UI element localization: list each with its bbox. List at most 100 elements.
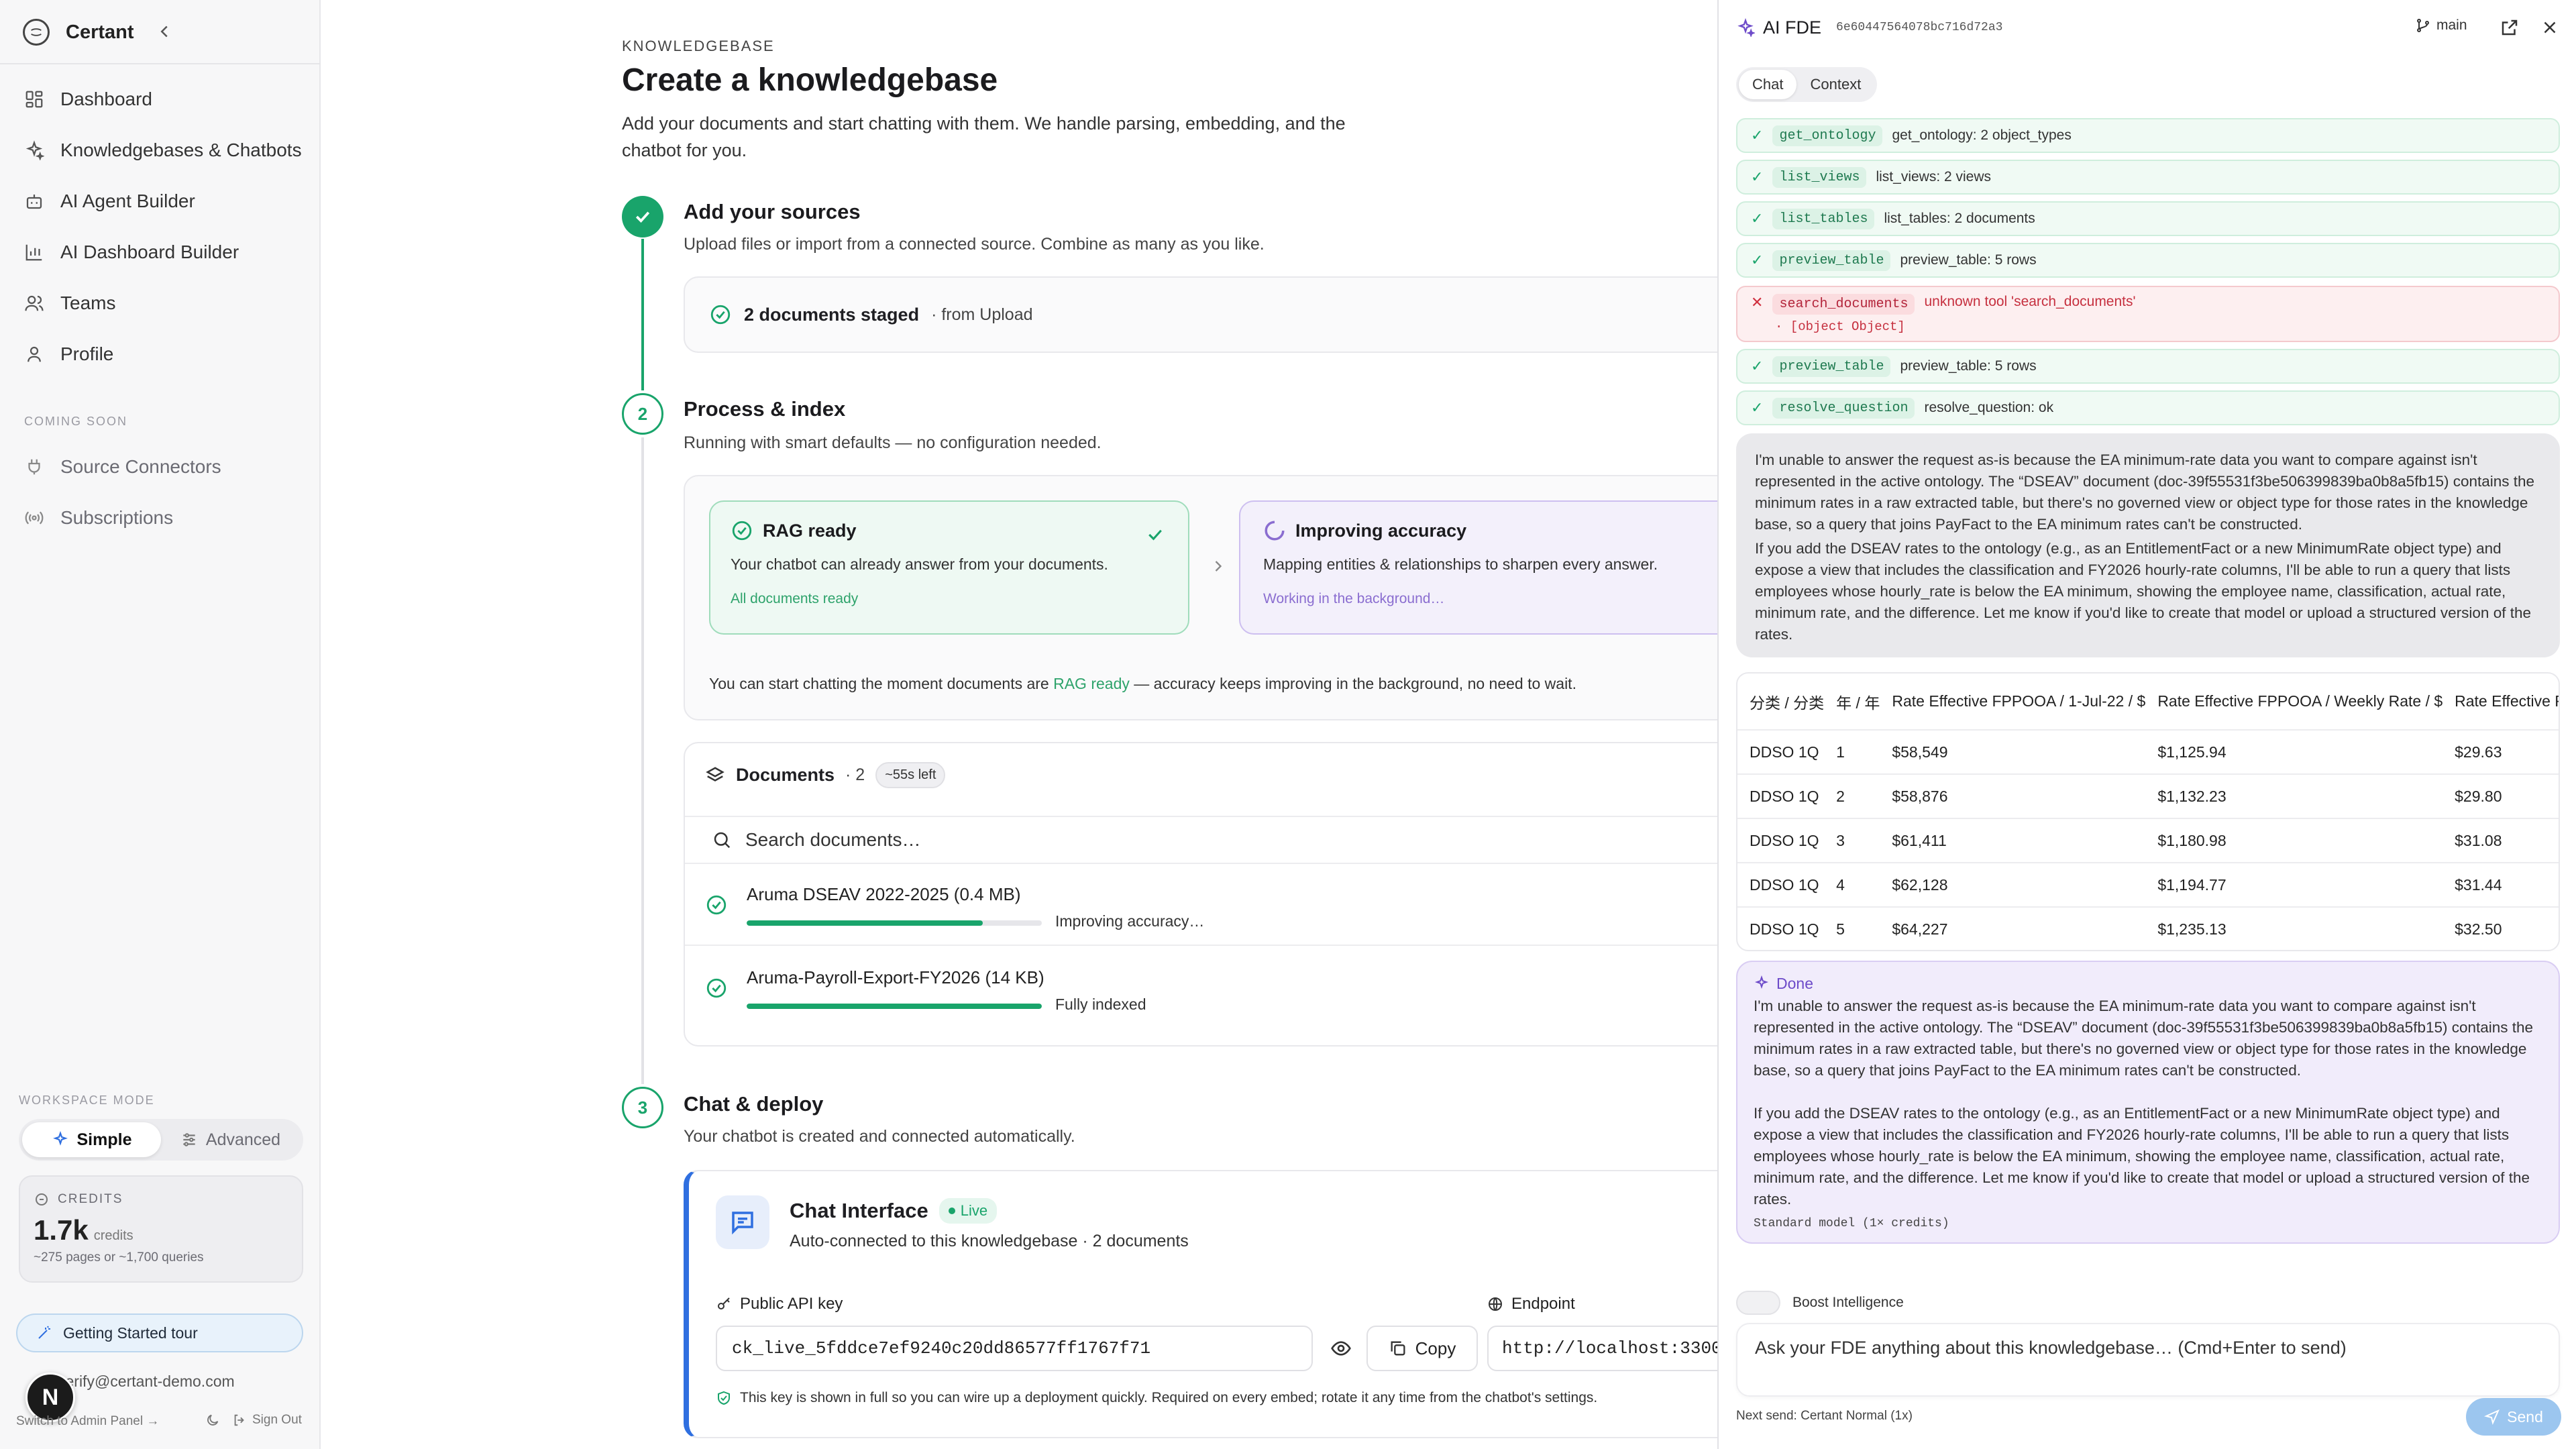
step-connector xyxy=(641,437,644,1084)
user-icon xyxy=(28,346,41,362)
tab-chat[interactable]: Chat xyxy=(1739,70,1797,99)
table-cell: DDSO 1Q xyxy=(1737,907,1825,950)
tab-context[interactable]: Context xyxy=(1796,70,1874,99)
credits-card[interactable]: CREDITS 1.7k credits ~275 pages or ~1,700… xyxy=(19,1175,303,1283)
processing-note: You can start chatting the moment docume… xyxy=(709,675,1576,693)
tool-call[interactable]: ✓ resolve_question resolve_question: ok xyxy=(1736,390,2560,425)
api-key-field[interactable]: ck_live_5fddce7ef9240c20dd86577ff1767f71 xyxy=(716,1326,1313,1371)
sparkles-icon xyxy=(25,140,44,160)
sidebar-item-source-connectors[interactable]: Source Connectors xyxy=(24,441,306,492)
sign-out-button[interactable]: Sign Out xyxy=(232,1413,302,1428)
document-progress-bar xyxy=(747,1004,1042,1009)
collapse-sidebar-icon[interactable] xyxy=(154,21,174,42)
x-icon: ✕ xyxy=(1751,294,1764,311)
preview-table[interactable]: 分类 / 分类 年 / 年 Rate Effective FPPOOA / 1-… xyxy=(1736,672,2560,951)
done-label: Done xyxy=(1776,975,1813,992)
credits-unit: credits xyxy=(93,1228,133,1243)
sidebar-item-label: Teams xyxy=(60,292,116,313)
boost-intelligence-row: Boost Intelligence xyxy=(1736,1291,1904,1315)
page-lead: Add your documents and start chatting wi… xyxy=(622,113,1346,160)
tool-name: list_tables xyxy=(1772,208,1875,229)
sidebar-item-profile[interactable]: Profile xyxy=(24,329,306,380)
table-cell: $1,132.23 xyxy=(2145,774,2443,819)
credits-value: 1.7k xyxy=(34,1214,89,1246)
credits-label: CREDITS xyxy=(58,1192,123,1206)
sidebar-item-label: Subscriptions xyxy=(60,507,174,528)
sidebar-item-dashboard-builder[interactable]: AI Dashboard Builder xyxy=(24,227,306,278)
improving-accuracy-box: Improving accuracy Mapping entities & re… xyxy=(1239,500,1717,635)
search-input[interactable]: Search documents… xyxy=(745,829,920,851)
tour-label: Getting Started tour xyxy=(63,1324,198,1342)
document-row[interactable]: Aruma-Payroll-Export-FY2026 (14 KB) Full… xyxy=(685,949,1717,1029)
getting-started-tour-button[interactable]: Getting Started tour xyxy=(16,1313,303,1352)
send-button[interactable]: Send xyxy=(2466,1398,2561,1436)
check-circle-icon xyxy=(705,977,728,1000)
branch-selector[interactable]: main xyxy=(2415,17,2467,34)
close-icon[interactable] xyxy=(2540,17,2560,38)
sidebar-item-label: Profile xyxy=(60,343,114,364)
document-progress-fill xyxy=(747,920,983,926)
note-text: You can start chatting the moment docume… xyxy=(709,675,1054,692)
moon-icon[interactable] xyxy=(205,1413,220,1428)
sparkles-icon xyxy=(1737,18,1755,37)
chevron-right-icon xyxy=(1209,557,1228,576)
document-name: Aruma-Payroll-Export-FY2026 (14 KB) xyxy=(747,967,1044,987)
check-icon: ✓ xyxy=(1751,168,1764,185)
main-content: KNOWLEDGEBASE Create a knowledgebase Add… xyxy=(321,0,1717,1449)
endpoint-field[interactable]: http://localhost:3300 xyxy=(1487,1326,1717,1371)
chat-input[interactable]: Ask your FDE anything about this knowled… xyxy=(1736,1323,2560,1397)
sidebar-item-label: Source Connectors xyxy=(60,456,221,477)
model-used: Standard model (1× credits) xyxy=(1754,1217,1949,1230)
check-icon xyxy=(1145,525,1165,545)
mode-simple-label: Simple xyxy=(76,1130,132,1149)
document-row[interactable]: Aruma DSEAV 2022-2025 (0.4 MB) Improving… xyxy=(685,865,1717,946)
eye-icon[interactable] xyxy=(1330,1338,1352,1359)
page-title: Create a knowledgebase xyxy=(622,62,998,98)
staged-documents-card[interactable]: 2 documents staged · from Upload xyxy=(684,276,1717,353)
chat-interface-card: Chat Interface Live Auto-connected to th… xyxy=(684,1170,1717,1438)
table-cell: $1,194.77 xyxy=(2145,863,2443,908)
rag-ready-link[interactable]: RAG ready xyxy=(1053,675,1130,692)
boost-toggle[interactable] xyxy=(1736,1291,1780,1315)
sidebar-item-teams[interactable]: Teams xyxy=(24,278,306,329)
tool-call[interactable]: ✓ preview_table preview_table: 5 rows xyxy=(1736,349,2560,384)
brand[interactable]: Certant xyxy=(23,17,168,47)
branch-name: main xyxy=(2436,17,2467,33)
table-cell: $61,411 xyxy=(1880,818,2146,863)
check-circle-icon xyxy=(705,894,728,916)
copy-button[interactable]: Copy xyxy=(1366,1326,1478,1371)
tool-result: list_views: 2 views xyxy=(1876,169,1992,184)
message-paragraph: I'm unable to answer the request as-is b… xyxy=(1755,451,2535,533)
mode-simple-button[interactable]: Simple xyxy=(22,1122,161,1157)
external-link-icon[interactable] xyxy=(2500,17,2520,38)
tool-result: preview_table: 5 rows xyxy=(1900,252,2037,268)
table-cell: DDSO 1Q xyxy=(1737,818,1825,863)
sidebar-item-dashboard[interactable]: Dashboard xyxy=(24,74,306,125)
sidebar-item-agent-builder[interactable]: AI Agent Builder xyxy=(24,176,306,227)
table-cell: $29.80 xyxy=(2443,774,2559,819)
documents-search[interactable]: Search documents… xyxy=(685,816,1717,864)
done-header: Done xyxy=(1754,973,2542,994)
logout-icon xyxy=(234,1414,244,1426)
tool-call-error[interactable]: ✕ search_documents unknown tool 'search_… xyxy=(1736,286,2560,342)
improve-title-row: Improving accuracy xyxy=(1263,519,1717,542)
documents-count: · 2 xyxy=(845,765,865,784)
sidebar-item-knowledgebases[interactable]: Knowledgebases & Chatbots xyxy=(24,125,306,176)
check-circle-icon xyxy=(732,521,752,541)
step-connector xyxy=(641,239,644,390)
coming-soon-label: COMING SOON xyxy=(24,415,128,428)
check-circle-icon xyxy=(710,305,731,325)
tool-call[interactable]: ✓ get_ontology get_ontology: 2 object_ty… xyxy=(1736,118,2560,153)
tool-call[interactable]: ✓ list_tables list_tables: 2 documents xyxy=(1736,201,2560,236)
mode-advanced-button[interactable]: Advanced xyxy=(161,1122,300,1157)
table-header-row: 分类 / 分类 年 / 年 Rate Effective FPPOOA / 1-… xyxy=(1737,674,2559,731)
endpoint-label: Endpoint xyxy=(1511,1295,1575,1313)
tool-call[interactable]: ✓ list_views list_views: 2 views xyxy=(1736,160,2560,195)
copy-icon xyxy=(1391,1341,1405,1356)
improve-title: Improving accuracy xyxy=(1295,520,1467,541)
sidebar-item-subscriptions[interactable]: Subscriptions xyxy=(24,492,306,543)
tool-call[interactable]: ✓ preview_table preview_table: 5 rows xyxy=(1736,243,2560,278)
step-3-title: Chat & deploy xyxy=(684,1092,824,1116)
sparkle-icon xyxy=(52,1131,68,1146)
admin-panel-link[interactable]: Switch to Admin Panel → xyxy=(16,1414,159,1429)
